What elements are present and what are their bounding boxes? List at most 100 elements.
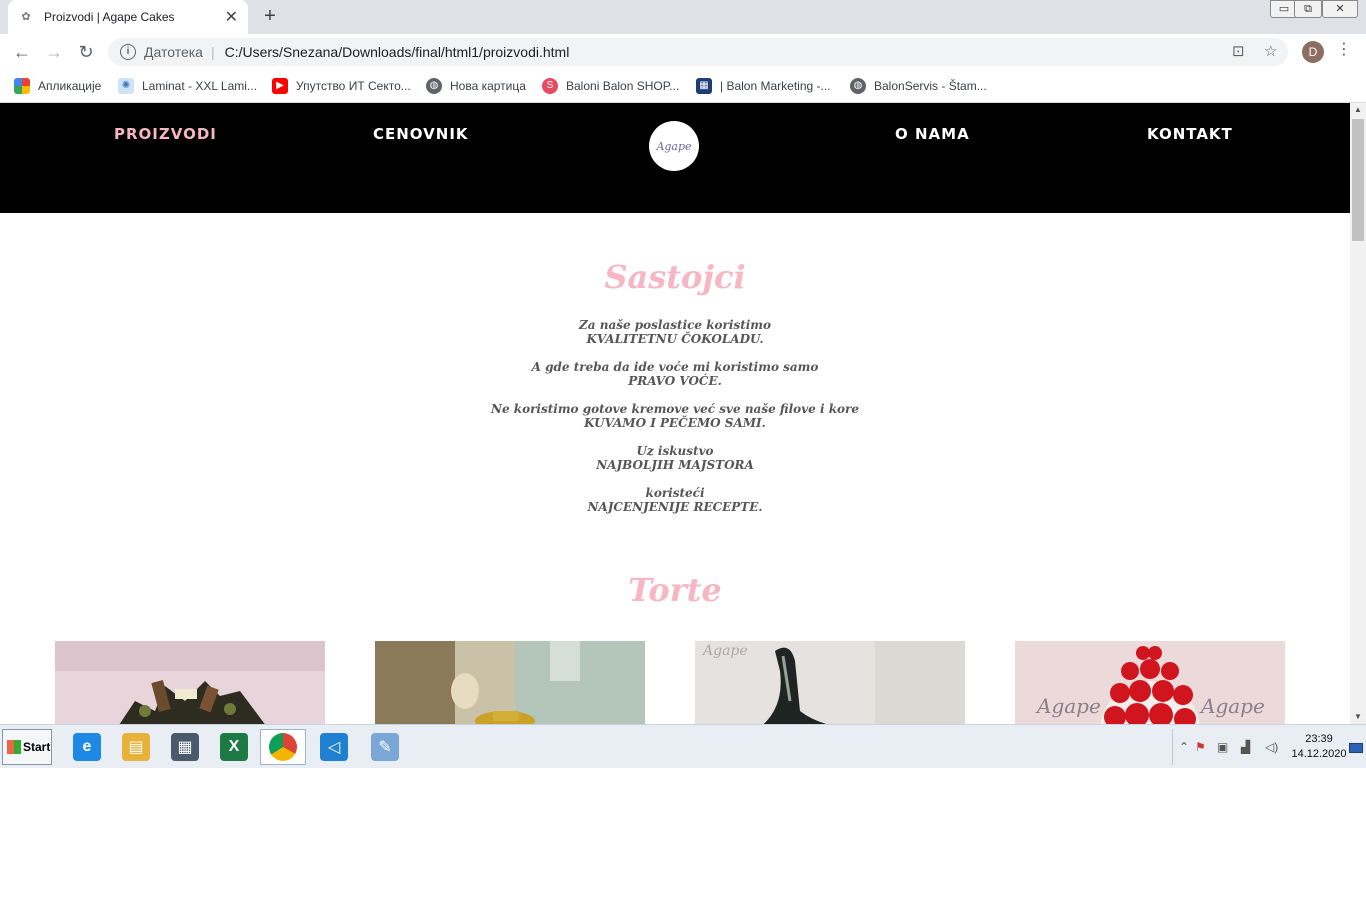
profile-avatar[interactable]: D xyxy=(1302,41,1324,63)
tray-expand-icon[interactable]: ⌃ xyxy=(1179,740,1189,754)
show-desktop-button[interactable] xyxy=(1349,743,1363,753)
bookmarks-bar: Апликације ✺ Laminat - XXL Lami... ▶ Упу… xyxy=(0,70,1366,103)
ingredient-highlight: NAJCENJENIJE RECEPTE. xyxy=(587,500,763,514)
taskbar-chrome[interactable] xyxy=(260,729,306,765)
bookmark-balon-marketing[interactable]: ▦ | Balon Marketing -... xyxy=(696,76,831,96)
clock-time: 23:39 xyxy=(1305,733,1333,745)
start-label: Start xyxy=(23,740,51,754)
ingredient-line: Za naše poslastice koristimo xyxy=(579,318,771,332)
bookmark-laminat[interactable]: ✺ Laminat - XXL Lami... xyxy=(118,76,257,96)
site-navigation: PROIZVODI CENOVNIK Agape O NAMA KONTAKT xyxy=(0,103,1350,213)
menu-kebab-icon[interactable]: ⋮ xyxy=(1336,39,1352,59)
tab-strip: ✿ Proizvodi | Agape Cakes ✕ + ▭ ⧉ ✕ xyxy=(0,0,1366,34)
cake-image-shoe[interactable]: Agape xyxy=(695,641,965,724)
ingredient-item: koristeći NAJCENJENIJE RECEPTE. xyxy=(0,486,1350,514)
nav-o-nama-link[interactable]: O NAMA xyxy=(895,125,970,143)
taskbar-clock[interactable]: 23:39 14.12.2020 xyxy=(1291,732,1347,762)
globe-icon: ◍ xyxy=(426,78,442,94)
scroll-thumb[interactable] xyxy=(1352,119,1364,241)
file-explorer-icon: ▤ xyxy=(122,733,150,761)
ingredient-item: Ne koristimo gotove kremove već sve naše… xyxy=(0,402,1350,430)
start-button[interactable]: Start xyxy=(2,729,52,765)
ingredient-line: A gde treba da ide voće mi koristimo sam… xyxy=(531,360,819,374)
translate-icon[interactable]: ⊡ xyxy=(1232,42,1245,60)
bookmark-balonservis[interactable]: ◍ BalonServis - Štam... xyxy=(850,76,987,96)
globe-icon: ◍ xyxy=(850,78,866,94)
bookmark-apps[interactable]: Апликације xyxy=(14,76,101,96)
bookmark-baloni-shop[interactable]: S Baloni Balon SHOP... xyxy=(542,76,679,96)
system-tray: ⌃ ⚑ ▣ ▟ ◁) 23:39 14.12.2020 xyxy=(1172,729,1364,765)
windows-flag-icon xyxy=(7,740,21,754)
clock-date: 14.12.2020 xyxy=(1291,748,1347,760)
network-icon[interactable]: ▟ xyxy=(1241,740,1250,754)
taskbar-excel[interactable]: X xyxy=(211,729,257,765)
ingredient-highlight: NAJBOLJIH MAJSTORA xyxy=(596,458,754,472)
address-url[interactable]: C:/Users/Snezana/Downloads/final/html1/p… xyxy=(225,44,570,60)
bookmark-label: Апликације xyxy=(38,79,102,93)
cake-image-gold[interactable] xyxy=(375,641,645,724)
address-scheme-label: Датотека xyxy=(144,44,203,60)
internet-explorer-icon: e xyxy=(73,733,101,761)
power-icon[interactable]: ▣ xyxy=(1217,740,1228,754)
calculator-icon: ▦ xyxy=(171,733,199,761)
cake-image-hearts[interactable]: Agape Agape xyxy=(1015,641,1285,724)
laminat-icon: ✺ xyxy=(118,78,134,94)
ingredient-line: Ne koristimo gotove kremove već sve naše… xyxy=(491,402,859,416)
windows-taskbar: Start e ▤ ▦ X ◁ ✎ ⌃ ⚑ ▣ ▟ ◁) 23:39 14.12… xyxy=(0,724,1366,768)
vscode-icon: ◁ xyxy=(320,733,348,761)
tab-close-icon[interactable]: ✕ xyxy=(225,7,238,27)
paint-icon: ✎ xyxy=(371,733,399,761)
action-center-flag-icon[interactable]: ⚑ xyxy=(1195,740,1206,754)
excel-icon: X xyxy=(220,733,248,761)
browser-tab[interactable]: ✿ Proizvodi | Agape Cakes ✕ xyxy=(8,0,248,34)
logo-text: Agape xyxy=(656,139,692,153)
apps-grid-icon xyxy=(14,78,30,94)
taskbar-calculator[interactable]: ▦ xyxy=(162,729,208,765)
scroll-up-arrow-icon[interactable]: ▲ xyxy=(1350,103,1366,117)
address-separator: | xyxy=(210,44,215,60)
ingredient-line: koristeći xyxy=(645,486,705,500)
cake-image-chocolate[interactable] xyxy=(55,641,325,724)
cake-watermark: Agape xyxy=(701,643,748,659)
bookmark-nova-kartica[interactable]: ◍ Нова картица xyxy=(426,76,526,96)
nav-cenovnik-link[interactable]: CENOVNIK xyxy=(373,125,469,143)
cake-watermark: Agape xyxy=(1035,694,1101,718)
back-arrow-icon[interactable]: ← xyxy=(10,40,34,64)
nav-proizvodi-link[interactable]: PROIZVODI xyxy=(114,125,217,143)
chrome-icon xyxy=(269,733,297,761)
ingredient-line: Uz iskustvo xyxy=(636,444,714,458)
page-viewport: PROIZVODI CENOVNIK Agape O NAMA KONTAKT … xyxy=(0,103,1350,724)
bookmark-label: Baloni Balon SHOP... xyxy=(566,79,680,93)
ingredients-list: Za naše poslastice koristimo KVALITETNU … xyxy=(0,318,1350,528)
taskbar-internet-explorer[interactable]: e xyxy=(64,729,110,765)
scroll-down-arrow-icon[interactable]: ▼ xyxy=(1350,710,1366,724)
tab-title: Proizvodi | Agape Cakes xyxy=(44,10,175,24)
bookmark-label: Упутство ИТ Секто... xyxy=(296,79,411,93)
info-icon[interactable]: i xyxy=(120,44,136,60)
reload-icon[interactable]: ↻ xyxy=(74,40,98,64)
volume-icon[interactable]: ◁) xyxy=(1265,740,1278,754)
browser-chrome: ✿ Proizvodi | Agape Cakes ✕ + ▭ ⧉ ✕ ← → … xyxy=(0,0,1366,103)
youtube-icon: ▶ xyxy=(272,78,288,94)
new-tab-button[interactable]: + xyxy=(258,4,282,28)
taskbar-file-explorer[interactable]: ▤ xyxy=(113,729,159,765)
restore-button[interactable]: ⧉ xyxy=(1294,0,1322,18)
ingredient-item: Uz iskustvo NAJBOLJIH MAJSTORA xyxy=(0,444,1350,472)
ingredient-item: Za naše poslastice koristimo KVALITETNU … xyxy=(0,318,1350,346)
bookmark-label: | Balon Marketing -... xyxy=(720,79,831,93)
bookmark-uputstvo[interactable]: ▶ Упутство ИТ Секто... xyxy=(272,76,411,96)
address-bar[interactable]: i Датотека | C:/Users/Snezana/Downloads/… xyxy=(108,38,1288,66)
taskbar-paint[interactable]: ✎ xyxy=(362,729,408,765)
close-window-button[interactable]: ✕ xyxy=(1322,0,1358,18)
cake-watermark: Agape xyxy=(1199,694,1265,718)
agape-logo[interactable]: Agape xyxy=(649,121,699,171)
taskbar-vscode[interactable]: ◁ xyxy=(311,729,357,765)
nav-kontakt-link[interactable]: KONTAKT xyxy=(1147,125,1233,143)
forward-arrow-icon[interactable]: → xyxy=(42,40,66,64)
bookmark-label: BalonServis - Štam... xyxy=(874,79,987,93)
bookmark-star-icon[interactable]: ☆ xyxy=(1264,42,1277,60)
torte-heading: Torte xyxy=(628,571,722,609)
page-scrollbar[interactable]: ▲ ▼ xyxy=(1350,103,1366,724)
ingredient-highlight: PRAVO VOĆE. xyxy=(628,374,722,388)
agape-favicon-icon: ✿ xyxy=(21,11,31,23)
